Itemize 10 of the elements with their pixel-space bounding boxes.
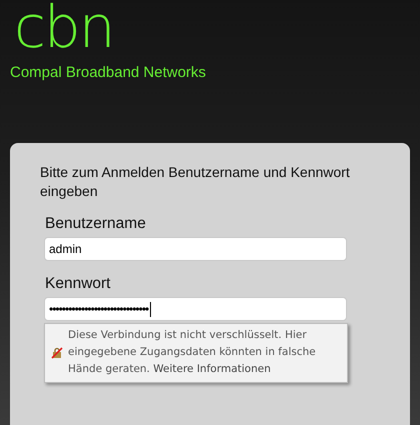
brand-name: Compal Broadband Networks — [10, 64, 207, 81]
field-label: Benutzername — [45, 215, 147, 233]
username-field[interactable]: admin — [44, 237, 347, 261]
logo: cbn — [13, 0, 114, 54]
field-label: Kennwort — [45, 275, 112, 293]
insecure-lock-icon — [51, 346, 63, 358]
warning-text: Diese Verbindung ist nicht verschlüsselt. Hier eingegebene Zugangsdaten könnten in falsche Hände geraten. Weitere Informationen — [68, 328, 317, 377]
login-heading: Bitte zum Anmelden Benutzername und Kennwort eingeben — [40, 163, 351, 201]
password-field[interactable]: ••••••••••••••••••••••••••••••• — [44, 297, 347, 321]
more-info-link[interactable]: Weitere Informationen — [153, 363, 271, 375]
